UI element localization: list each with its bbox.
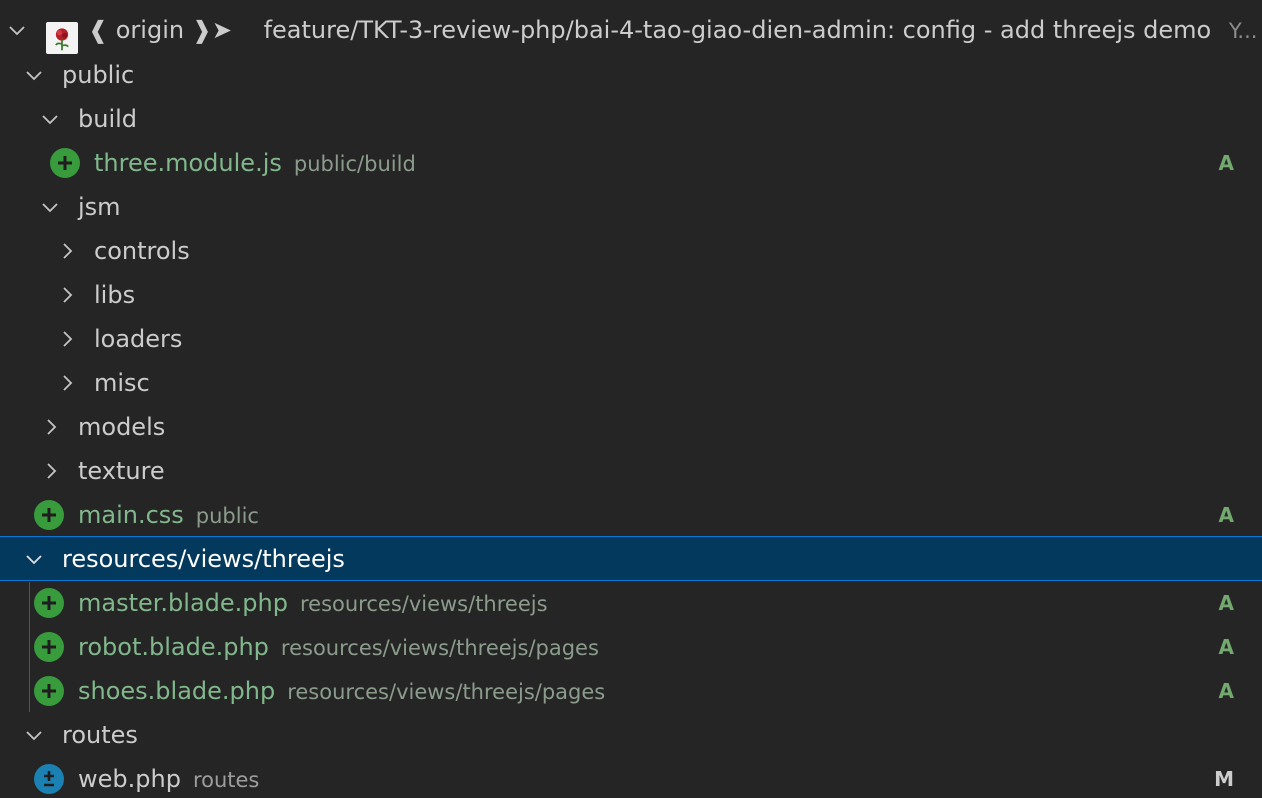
- file-path: routes: [192, 768, 260, 792]
- remote-name: origin: [115, 16, 185, 44]
- chevron-down-icon[interactable]: [39, 196, 61, 218]
- file-row[interactable]: main.css public A: [0, 493, 1262, 537]
- folder-label: loaders: [94, 325, 183, 353]
- plus-circle-icon: [34, 500, 64, 530]
- file-name-wrapper: web.php routes: [78, 765, 259, 793]
- file-name-wrapper: shoes.blade.php resources/views/threejs/p…: [78, 677, 605, 705]
- ref-left-icon: ❰: [88, 16, 109, 44]
- file-row[interactable]: three.module.js public/build A: [0, 141, 1262, 185]
- folder-label: texture: [78, 457, 165, 485]
- file-name: web.php: [78, 765, 181, 793]
- file-name-wrapper: three.module.js public/build: [94, 149, 416, 177]
- plus-circle-icon: [50, 148, 80, 178]
- chevron-right-icon[interactable]: [56, 372, 78, 394]
- commit-row[interactable]: ❰ origin ❱➤ feature/TKT-3-review-php/bai…: [0, 8, 1262, 54]
- plus-circle-icon: [34, 676, 64, 706]
- status-letter: A: [1218, 503, 1234, 527]
- chevron-right-icon[interactable]: [56, 284, 78, 306]
- commit-message: feature/TKT-3-review-php/bai-4-tao-giao-…: [263, 16, 1212, 44]
- status-letter: M: [1214, 767, 1234, 791]
- folder-label: controls: [94, 237, 190, 265]
- folder-jsm[interactable]: jsm: [0, 185, 1262, 229]
- folder-label: build: [78, 105, 138, 133]
- folder-misc[interactable]: misc: [0, 361, 1262, 405]
- status-letter: A: [1218, 591, 1234, 615]
- file-name-wrapper: main.css public: [78, 501, 259, 529]
- folder-views-threejs[interactable]: resources/views/threejs: [0, 536, 1262, 581]
- author-avatar: [46, 22, 78, 54]
- status-letter: A: [1218, 635, 1234, 659]
- folder-loaders[interactable]: loaders: [0, 317, 1262, 361]
- folder-models[interactable]: models: [0, 405, 1262, 449]
- commit-author: Y...: [1228, 19, 1258, 43]
- folder-label: misc: [94, 369, 150, 397]
- diff-modified-icon: [34, 764, 64, 794]
- file-path: resources/views/threejs/pages: [287, 680, 606, 704]
- folder-controls[interactable]: controls: [0, 229, 1262, 273]
- file-name: main.css: [78, 501, 184, 529]
- chevron-right-icon[interactable]: [56, 328, 78, 350]
- ref-right-icon: ❱➤: [191, 16, 232, 44]
- file-path: public: [195, 504, 259, 528]
- chevron-down-icon[interactable]: [23, 724, 45, 746]
- chevron-down-icon[interactable]: [6, 19, 28, 41]
- file-path: resources/views/threejs: [299, 592, 548, 616]
- file-row[interactable]: shoes.blade.php resources/views/threejs/p…: [0, 669, 1262, 713]
- file-name: robot.blade.php: [78, 633, 269, 661]
- folder-libs[interactable]: libs: [0, 273, 1262, 317]
- file-row[interactable]: web.php routes M: [0, 757, 1262, 798]
- folder-label: public: [62, 61, 135, 89]
- folder-label: resources/views/threejs: [62, 544, 345, 573]
- chevron-right-icon[interactable]: [40, 460, 62, 482]
- file-name-wrapper: master.blade.php resources/views/threejs: [78, 589, 548, 617]
- file-name: master.blade.php: [78, 589, 288, 617]
- file-row[interactable]: robot.blade.php resources/views/threejs/p…: [0, 625, 1262, 669]
- folder-label: models: [78, 413, 166, 441]
- chevron-down-icon[interactable]: [39, 108, 61, 130]
- file-name: three.module.js: [94, 149, 282, 177]
- status-letter: A: [1218, 679, 1234, 703]
- chevron-down-icon[interactable]: [23, 548, 45, 570]
- file-path: resources/views/threejs/pages: [280, 636, 599, 660]
- folder-label: libs: [94, 281, 136, 309]
- folder-label: jsm: [78, 193, 121, 221]
- folder-public[interactable]: public: [0, 53, 1262, 97]
- chevron-right-icon[interactable]: [56, 240, 78, 262]
- commit-file-tree: ❰ origin ❱➤ feature/TKT-3-review-php/bai…: [0, 0, 1262, 798]
- folder-label: routes: [62, 721, 138, 749]
- file-row[interactable]: master.blade.php resources/views/threejs …: [0, 581, 1262, 625]
- folder-routes[interactable]: routes: [0, 713, 1262, 757]
- folder-texture[interactable]: texture: [0, 449, 1262, 493]
- chevron-right-icon[interactable]: [40, 416, 62, 438]
- file-path: public/build: [293, 152, 416, 176]
- chevron-down-icon[interactable]: [23, 64, 45, 86]
- status-letter: A: [1218, 151, 1234, 175]
- plus-circle-icon: [34, 588, 64, 618]
- plus-circle-icon: [34, 632, 64, 662]
- file-name: shoes.blade.php: [78, 677, 276, 705]
- file-name-wrapper: robot.blade.php resources/views/threejs/p…: [78, 633, 599, 661]
- folder-build[interactable]: build: [0, 97, 1262, 141]
- commit-header: ❰ origin ❱➤ feature/TKT-3-review-php/bai…: [88, 16, 1257, 44]
